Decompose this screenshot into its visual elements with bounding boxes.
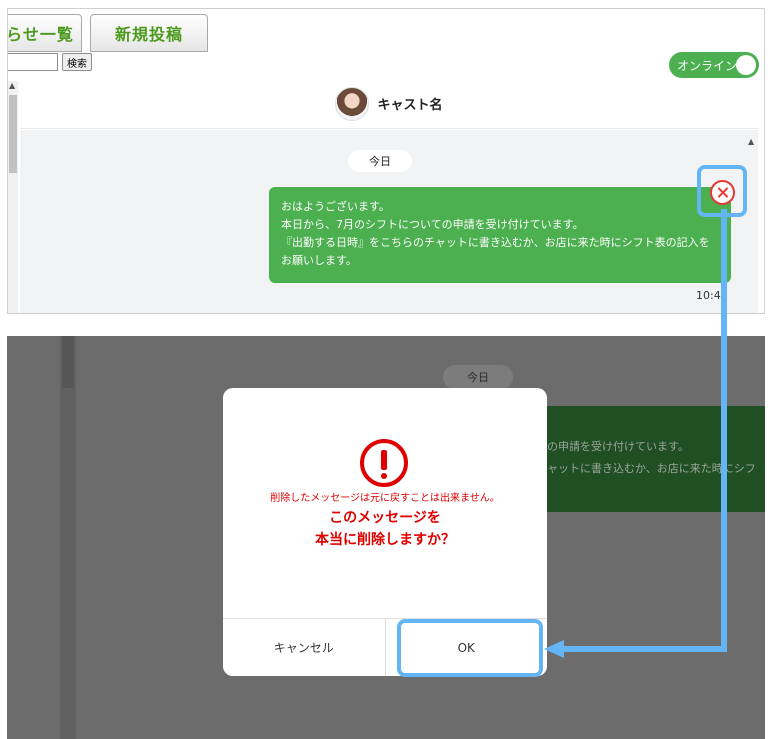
tab-new-post[interactable]: 新規投稿	[90, 14, 208, 52]
scrollbar-thumb[interactable]	[9, 95, 17, 173]
online-toggle-label: オンライン	[677, 58, 738, 73]
search-input[interactable]	[8, 53, 58, 71]
connector-line	[721, 209, 727, 652]
chat-header: キャスト名	[20, 79, 758, 129]
message-line: お願いします。	[281, 254, 357, 267]
tab-notices[interactable]: らせ一覧	[8, 14, 82, 52]
dialog-note: 削除したメッセージは元に戻すことは出来ません。	[270, 493, 500, 504]
toggle-knob	[736, 55, 756, 75]
backdrop-scrollbar	[60, 336, 76, 739]
backdrop-scrollbar-thumb	[62, 336, 74, 388]
dialog-question: このメッセージを 本当に削除しますか？	[223, 507, 547, 551]
date-separator: 今日	[348, 150, 412, 172]
alert-icon	[360, 439, 408, 487]
cancel-button[interactable]: キャンセル	[223, 619, 386, 676]
backdrop-date-separator: 今日	[443, 365, 513, 389]
message-bubble[interactable]: おはようございます。 本日から、7月のシフトについての申請を受け付けています。 …	[269, 187, 731, 283]
dialog-question-line: このメッセージを	[329, 510, 441, 526]
backdrop-message-line: の申請を受け付けています。	[547, 440, 689, 453]
avatar	[335, 86, 370, 121]
search-button[interactable]: 検索	[62, 53, 92, 71]
scroll-up-icon[interactable]: ▲	[9, 81, 15, 90]
delete-message-icon[interactable]	[710, 180, 735, 205]
online-toggle[interactable]: オンライン	[669, 52, 759, 78]
dialog-question-line: 本当に削除しますか？	[315, 532, 455, 548]
chat-scroll-up-icon[interactable]: ▲	[748, 137, 754, 146]
page-scrollbar[interactable]: ▲	[8, 81, 18, 313]
backdrop-message-bubble: の申請を受け付けています。 ャットに書き込むか、お店に来た時にシフ	[539, 406, 765, 512]
message-line: 『出勤する日時』をこちらのチャットに書き込むか、お店に来た時にシフト表の記入を	[281, 236, 710, 249]
message-line: おはようございます。	[281, 200, 390, 213]
connector-line	[562, 646, 727, 652]
backdrop-message-line: ャットに書き込むか、お店に来た時にシフ	[547, 462, 756, 475]
message-line: 本日から、7月のシフトについての申請を受け付けています。	[281, 218, 584, 231]
cast-name: キャスト名	[377, 98, 443, 113]
connector-arrow-icon	[544, 640, 564, 658]
ok-highlight-box	[397, 619, 543, 677]
